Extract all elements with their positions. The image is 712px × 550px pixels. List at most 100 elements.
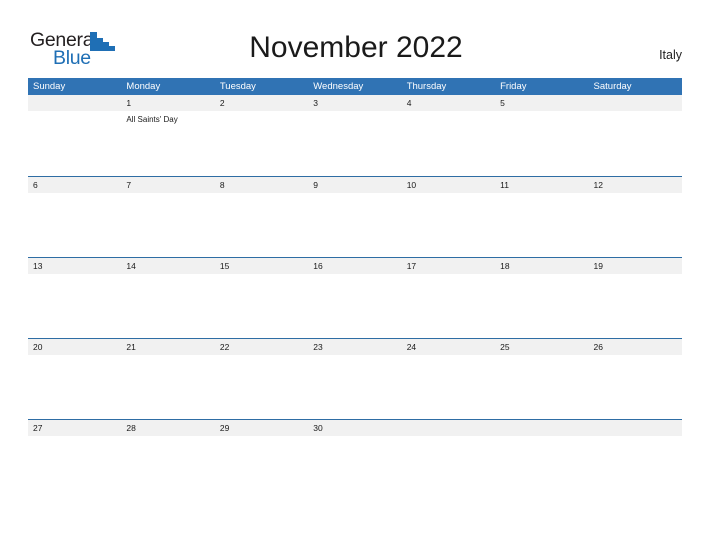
week-date-band: 20 21 22 23 24 25 26: [28, 338, 682, 355]
day-cell[interactable]: [402, 436, 495, 500]
day-number[interactable]: [28, 95, 121, 111]
calendar-week-row: 1 2 3 4 5 All Saints' Day: [28, 95, 682, 176]
weekday-header-friday: Friday: [500, 81, 527, 92]
calendar-page: General Blue November 2022 Italy Sunday …: [0, 0, 712, 550]
day-cell[interactable]: [215, 355, 308, 419]
day-cell[interactable]: [495, 274, 588, 338]
week-date-band: 13 14 15 16 17 18 19: [28, 257, 682, 274]
day-cell[interactable]: [308, 274, 401, 338]
day-number[interactable]: 21: [121, 339, 214, 355]
day-cell[interactable]: [402, 193, 495, 257]
day-number[interactable]: 13: [28, 258, 121, 274]
day-number[interactable]: 11: [495, 177, 588, 193]
day-cell[interactable]: [308, 355, 401, 419]
day-cell[interactable]: [589, 436, 682, 500]
day-cell[interactable]: [28, 355, 121, 419]
day-number[interactable]: 7: [121, 177, 214, 193]
day-number[interactable]: 23: [308, 339, 401, 355]
calendar-week-row: 6 7 8 9 10 11 12: [28, 176, 682, 257]
day-cell[interactable]: [215, 193, 308, 257]
weekday-header-wednesday: Wednesday: [313, 81, 364, 92]
day-number[interactable]: 20: [28, 339, 121, 355]
day-cell[interactable]: [495, 436, 588, 500]
day-number[interactable]: 4: [402, 95, 495, 111]
week-event-area: [28, 193, 682, 257]
day-cell[interactable]: [28, 111, 121, 175]
weekday-header-row: Sunday Monday Tuesday Wednesday Thursday…: [28, 78, 682, 95]
day-number[interactable]: 24: [402, 339, 495, 355]
day-number[interactable]: [589, 95, 682, 111]
day-number[interactable]: 6: [28, 177, 121, 193]
calendar-weeks: 1 2 3 4 5 All Saints' Day 6 7 8 9 10 11 12 13 14 15 16 17…: [28, 95, 682, 500]
week-date-band: 12345: [28, 95, 682, 111]
day-number[interactable]: 22: [215, 339, 308, 355]
day-cell[interactable]: [121, 355, 214, 419]
day-number[interactable]: 2: [215, 95, 308, 111]
day-number[interactable]: 15: [215, 258, 308, 274]
weekday-header-saturday: Saturday: [593, 81, 632, 92]
week-event-area: [28, 436, 682, 500]
day-number[interactable]: 14: [121, 258, 214, 274]
calendar-week-row: 13 14 15 16 17 18 19: [28, 257, 682, 338]
day-cell[interactable]: [308, 111, 401, 175]
day-cell[interactable]: [589, 193, 682, 257]
day-number[interactable]: [589, 420, 682, 436]
day-cell[interactable]: [402, 274, 495, 338]
day-number[interactable]: 12: [589, 177, 682, 193]
day-cell[interactable]: [28, 436, 121, 500]
day-cell[interactable]: [589, 274, 682, 338]
day-cell[interactable]: [495, 355, 588, 419]
day-number[interactable]: 5: [495, 95, 588, 111]
day-cell[interactable]: [402, 355, 495, 419]
day-number[interactable]: 16: [308, 258, 401, 274]
day-number[interactable]: [402, 420, 495, 436]
week-date-band: 6 7 8 9 10 11 12: [28, 176, 682, 193]
day-cell[interactable]: [121, 436, 214, 500]
day-cell[interactable]: All Saints' Day: [121, 111, 214, 175]
day-number[interactable]: 28: [121, 420, 214, 436]
weekday-header-thursday: Thursday: [406, 81, 447, 92]
page-header: General Blue November 2022 Italy: [0, 0, 712, 78]
day-number[interactable]: 9: [308, 177, 401, 193]
day-cell[interactable]: [495, 193, 588, 257]
day-cell[interactable]: [121, 193, 214, 257]
day-number[interactable]: 25: [495, 339, 588, 355]
day-cell[interactable]: [215, 274, 308, 338]
day-cell[interactable]: [215, 436, 308, 500]
country-label: Italy: [659, 48, 682, 62]
day-number[interactable]: 1: [121, 95, 214, 111]
day-cell[interactable]: [28, 193, 121, 257]
day-cell[interactable]: [121, 274, 214, 338]
week-event-area: [28, 274, 682, 338]
calendar-grid: Sunday Monday Tuesday Wednesday Thursday…: [28, 78, 682, 500]
week-event-area: [28, 355, 682, 419]
weekday-header-tuesday: Tuesday: [219, 81, 256, 92]
day-cell[interactable]: [28, 274, 121, 338]
page-title: November 2022: [249, 31, 463, 64]
day-number[interactable]: 18: [495, 258, 588, 274]
day-cell[interactable]: [589, 111, 682, 175]
holiday-label: All Saints' Day: [126, 115, 178, 124]
day-cell[interactable]: [402, 111, 495, 175]
day-cell[interactable]: [495, 111, 588, 175]
day-number[interactable]: 26: [589, 339, 682, 355]
day-cell[interactable]: [589, 355, 682, 419]
day-number[interactable]: [495, 420, 588, 436]
calendar-week-row: 20 21 22 23 24 25 26: [28, 338, 682, 419]
weekday-header-sunday: Sunday: [33, 81, 66, 92]
day-number[interactable]: 17: [402, 258, 495, 274]
week-date-band: 27 28 29 30: [28, 419, 682, 436]
day-number[interactable]: 19: [589, 258, 682, 274]
weekday-header-monday: Monday: [126, 81, 161, 92]
day-cell[interactable]: [215, 111, 308, 175]
day-cell[interactable]: [308, 193, 401, 257]
calendar-week-row: 27 28 29 30: [28, 419, 682, 500]
day-cell[interactable]: [308, 436, 401, 500]
week-event-area: All Saints' Day: [28, 111, 682, 175]
day-number[interactable]: 29: [215, 420, 308, 436]
day-number[interactable]: 3: [308, 95, 401, 111]
day-number[interactable]: 27: [28, 420, 121, 436]
day-number[interactable]: 10: [402, 177, 495, 193]
day-number[interactable]: 8: [215, 177, 308, 193]
day-number[interactable]: 30: [308, 420, 401, 436]
